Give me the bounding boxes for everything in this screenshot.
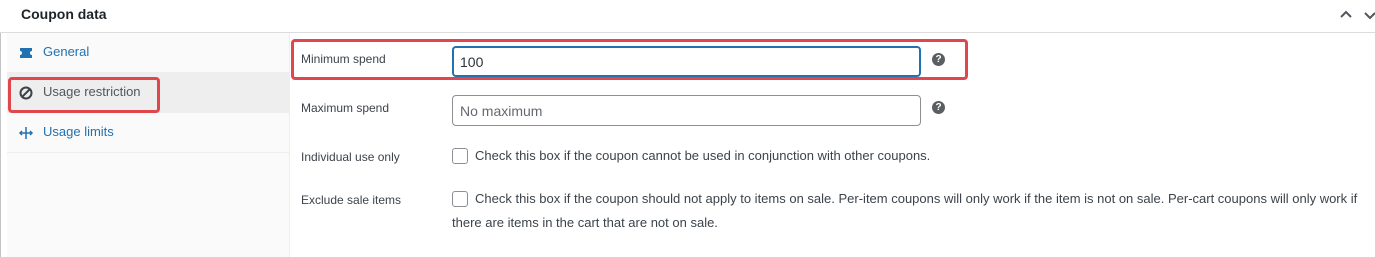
tab-usage-restriction[interactable]: Usage restriction [7, 73, 289, 113]
panel-title: Coupon data [21, 6, 107, 22]
individual-use-description: Check this box if the coupon cannot be u… [475, 148, 931, 163]
maximum-spend-input[interactable] [452, 95, 921, 126]
exclude-sale-description-line1: Check this box if the coupon should not … [475, 191, 1358, 206]
help-icon[interactable]: ? [932, 53, 945, 66]
restriction-icon [18, 85, 34, 101]
limits-icon [18, 125, 34, 141]
tab-usage-restriction-label: Usage restriction [43, 84, 141, 99]
tab-usage-limits[interactable]: Usage limits [7, 113, 289, 153]
chevron-up-icon[interactable] [1338, 7, 1354, 23]
coupon-tabs-sidebar: General Usage restriction Usage limits [7, 33, 290, 257]
individual-use-checkbox[interactable] [452, 148, 468, 164]
individual-use-label: Individual use only [301, 150, 400, 164]
panel-left-border [0, 0, 6, 257]
help-icon[interactable]: ? [932, 101, 945, 114]
panel-header: Coupon data [0, 0, 1375, 33]
exclude-sale-checkbox[interactable] [452, 191, 468, 207]
tab-general-label: General [43, 44, 90, 59]
minimum-spend-label: Minimum spend [301, 52, 386, 66]
exclude-sale-label: Exclude sale items [301, 193, 402, 207]
tab-usage-limits-label: Usage limits [43, 124, 114, 139]
tab-general[interactable]: General [7, 33, 289, 73]
maximum-spend-label: Maximum spend [301, 101, 390, 115]
chevron-down-icon[interactable] [1362, 7, 1375, 23]
minimum-spend-input[interactable] [452, 46, 921, 77]
ticket-icon [18, 45, 34, 61]
exclude-sale-description-line2: there are items in the cart that are not… [452, 215, 718, 230]
